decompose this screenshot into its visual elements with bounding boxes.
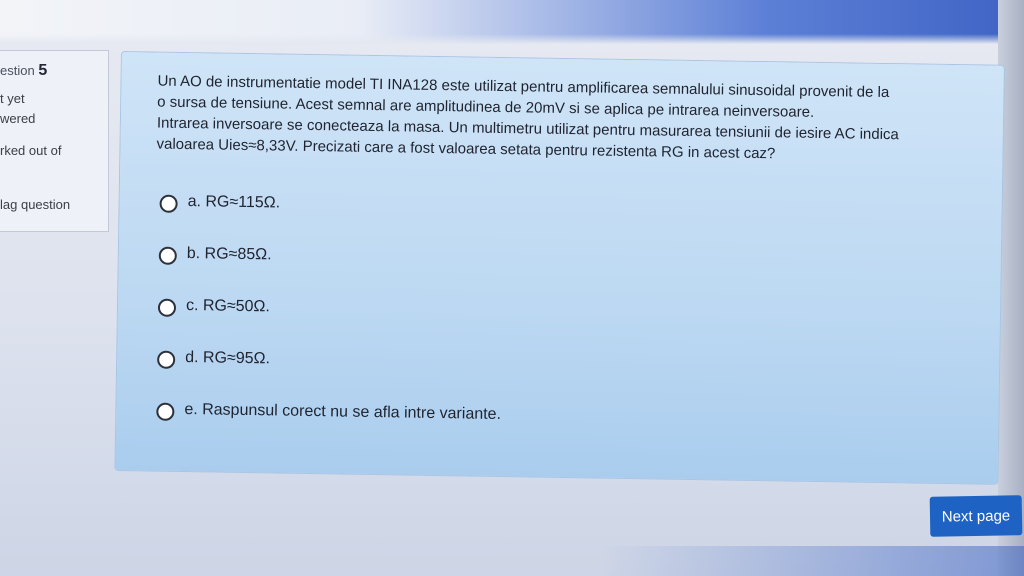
- page-header-band: [0, 0, 1024, 44]
- next-page-button[interactable]: Next page: [929, 495, 1023, 537]
- radio-button-a[interactable]: [159, 194, 178, 213]
- answer-label-b[interactable]: b. RG≈85Ω.: [187, 245, 272, 264]
- radio-button-c[interactable]: [157, 298, 177, 317]
- answer-option-e[interactable]: e. Raspunsul corect nu se afla intre var…: [156, 401, 501, 458]
- question-label-text: estion: [0, 63, 35, 78]
- question-number-label: estion 5: [0, 62, 47, 80]
- answer-option-a[interactable]: a. RG≈115Ω.: [159, 193, 504, 250]
- marks-text: rked out of: [0, 143, 62, 158]
- answer-option-b[interactable]: b. RG≈85Ω.: [158, 245, 503, 302]
- answer-option-c[interactable]: c. RG≈50Ω.: [157, 297, 502, 354]
- radio-button-b[interactable]: [158, 246, 177, 265]
- question-card: Un AO de instrumentatie model TI INA128 …: [115, 52, 1004, 484]
- radio-button-e[interactable]: [156, 402, 175, 421]
- answer-label-a[interactable]: a. RG≈115Ω.: [188, 193, 281, 212]
- answer-option-d[interactable]: d. RG≈95Ω.: [157, 349, 502, 406]
- status-text-line1: t yet: [0, 91, 25, 106]
- answer-label-c[interactable]: c. RG≈50Ω.: [186, 297, 270, 316]
- question-number: 5: [38, 62, 48, 79]
- flag-question-link[interactable]: lag question: [0, 197, 70, 212]
- radio-button-d[interactable]: [157, 350, 176, 369]
- answer-label-e[interactable]: e. Raspunsul corect nu se afla intre var…: [184, 401, 501, 424]
- bottom-accent: [600, 546, 1024, 576]
- question-text: Un AO de instrumentatie model TI INA128 …: [156, 71, 957, 168]
- answer-label-d[interactable]: d. RG≈95Ω.: [185, 349, 270, 368]
- answer-list: a. RG≈115Ω. b. RG≈85Ω. c. RG≈50Ω. d. RG≈…: [156, 193, 505, 458]
- status-text-line2: wered: [0, 111, 36, 126]
- question-info-panel: estion 5 t yet wered rked out of lag que…: [0, 50, 109, 232]
